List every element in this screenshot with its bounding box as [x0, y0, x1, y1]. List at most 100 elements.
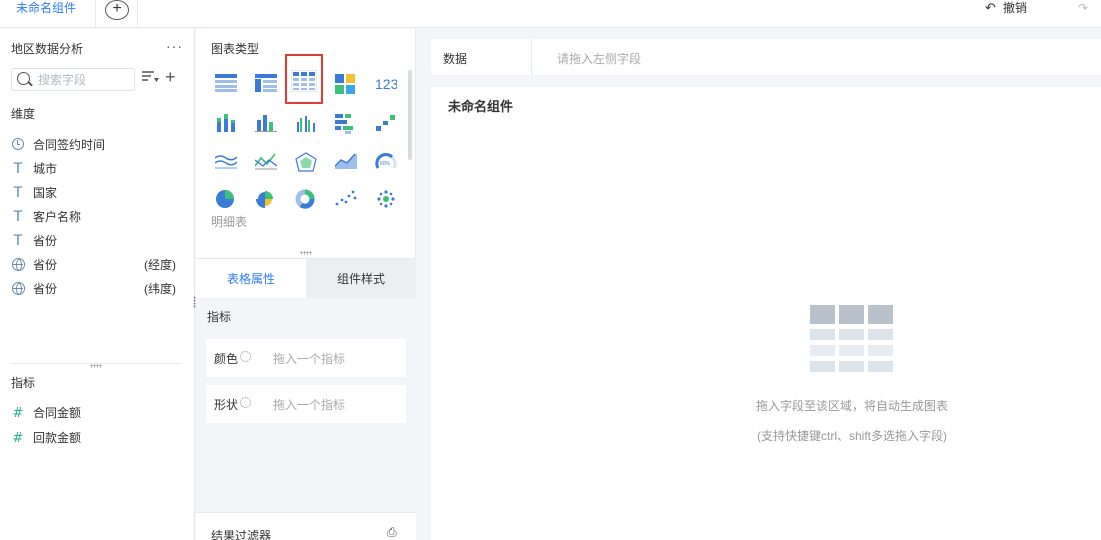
scatter-chart-icon[interactable]	[331, 184, 361, 214]
svg-text:60%: 60%	[380, 161, 391, 167]
redo-button[interactable]: ↷	[1078, 0, 1088, 16]
tab-component-style[interactable]: 组件样式	[306, 259, 416, 299]
measure-section-label: 指标	[11, 376, 36, 390]
color-label: 颜色	[214, 352, 239, 366]
area-chart-icon[interactable]	[331, 147, 361, 177]
kpi-number-icon[interactable]: 123	[371, 69, 401, 99]
chart-type-tooltip: 明细表	[211, 215, 248, 229]
globe-icon	[11, 255, 25, 275]
color-drop-zone[interactable]: 颜色 拖入一个指标	[206, 339, 406, 377]
shape-drop-zone[interactable]: 形状 拖入一个指标	[206, 385, 406, 423]
undo-button[interactable]: ↶ 撤销	[985, 0, 1027, 16]
dimension-field[interactable]: T 省份	[11, 231, 186, 251]
filter-edit-icon[interactable]: ⎙	[387, 525, 397, 540]
component-title[interactable]: 未命名组件	[448, 96, 513, 115]
property-section-title: 指标	[207, 310, 232, 324]
cross-table-icon[interactable]	[251, 69, 281, 99]
globe-icon	[11, 279, 25, 299]
sort-filter-icon[interactable]	[141, 70, 161, 88]
chart-type-title: 图表类型	[211, 42, 260, 56]
resize-handle-icon[interactable]	[300, 251, 312, 255]
chart-canvas[interactable]: 未命名组件 拖入字段至该区域，将自动生成图表 (支持快捷键ctrl、shift多…	[431, 87, 1101, 540]
gauge-chart-icon[interactable]: 60%	[371, 147, 401, 177]
table-chart-icon[interactable]	[211, 69, 241, 99]
text-type-icon: T	[13, 209, 23, 225]
gear-icon[interactable]	[240, 397, 251, 408]
search-input[interactable]	[38, 71, 132, 88]
field-label: 城市	[33, 162, 58, 176]
measure-field[interactable]: # 回款金额	[11, 428, 186, 448]
color-placeholder: 拖入一个指标	[273, 352, 346, 366]
empty-hint: 拖入字段至该区域，将自动生成图表	[755, 399, 948, 413]
property-section: 指标 颜色 拖入一个指标 形状 拖入一个指标	[196, 298, 416, 540]
gear-icon[interactable]	[240, 351, 251, 362]
field-suffix: (纬度)	[144, 282, 176, 296]
bubble-chart-icon[interactable]	[371, 184, 401, 214]
detail-table-icon[interactable]	[285, 54, 323, 104]
text-type-icon: T	[13, 233, 23, 249]
add-field-icon[interactable]: +	[165, 67, 176, 88]
field-label: 客户名称	[33, 210, 82, 224]
dimension-field[interactable]: 合同签约时间	[11, 135, 186, 155]
field-search	[11, 68, 135, 91]
search-icon	[17, 72, 30, 85]
result-filter-row[interactable]: 结果过滤器 ⎙	[196, 512, 416, 540]
dataset-title: 地区数据分析	[11, 42, 84, 56]
tab-divider	[137, 0, 138, 28]
dimension-field[interactable]: T 客户名称	[11, 207, 186, 227]
resize-handle-icon[interactable]	[90, 364, 102, 368]
undo-label: 撤销	[1003, 1, 1028, 15]
shape-label: 形状	[214, 398, 239, 412]
field-label: 国家	[33, 186, 58, 200]
text-type-icon: T	[13, 185, 23, 201]
undo-icon: ↶	[985, 0, 996, 15]
field-panel: 地区数据分析 ··· + 维度 合同签约时间 T 城市 T 国家 T 客户名称 T 省份…	[0, 29, 195, 540]
pie-chart-icon[interactable]	[211, 184, 241, 214]
clock-icon	[11, 135, 25, 155]
waterfall-icon[interactable]	[371, 109, 401, 139]
top-bar: 未命名组件 + ↶ 撤销 ↷	[0, 0, 1101, 28]
data-bar-divider	[531, 39, 532, 75]
horizontal-bar-icon[interactable]	[331, 109, 361, 139]
field-label: 回款金额	[33, 431, 82, 445]
tab-table-properties[interactable]: 表格属性	[196, 259, 306, 299]
measure-field[interactable]: # 合同金额	[11, 403, 186, 423]
line-chart-icon[interactable]	[211, 147, 241, 177]
add-tab-button[interactable]: +	[105, 0, 129, 20]
data-drop-bar: 数据 请拖入左侧字段	[431, 39, 1101, 75]
field-label: 省份	[33, 282, 58, 296]
donut-chart-icon[interactable]	[291, 184, 321, 214]
more-icon[interactable]: ···	[166, 38, 183, 54]
field-label: 省份	[33, 234, 58, 248]
color-block-icon[interactable]	[331, 69, 361, 99]
dimension-field[interactable]: 省份 (经度)	[11, 255, 186, 275]
result-filter-label: 结果过滤器	[211, 529, 272, 540]
stacked-bar-icon[interactable]	[211, 109, 241, 139]
dimension-field[interactable]: 省份 (纬度)	[11, 279, 186, 299]
data-drop-zone[interactable]: 请拖入左侧字段	[557, 50, 641, 67]
field-label: 合同签约时间	[33, 138, 106, 152]
radar-chart-icon[interactable]	[291, 147, 321, 177]
tab-unnamed-component[interactable]: 未命名组件	[0, 0, 96, 28]
dimension-section-label: 维度	[11, 107, 36, 121]
text-type-icon: T	[13, 161, 23, 177]
number-type-icon: #	[12, 406, 24, 421]
number-type-icon: #	[12, 431, 24, 446]
plus-icon: +	[112, 0, 122, 17]
svg-text:123: 123	[375, 76, 397, 92]
grouped-bar-icon[interactable]	[291, 109, 321, 139]
tab-label: 未命名组件	[16, 1, 77, 15]
rose-chart-icon[interactable]	[251, 184, 281, 214]
data-label: 数据	[443, 52, 468, 66]
shortcut-hint: (支持快捷键ctrl、shift多选拖入字段)	[757, 429, 947, 443]
config-tabs: 表格属性 组件样式	[196, 258, 416, 299]
redo-icon: ↷	[1078, 1, 1089, 15]
field-label: 省份	[33, 258, 58, 272]
multi-line-icon[interactable]	[251, 147, 281, 177]
dimension-field[interactable]: T 国家	[11, 183, 186, 203]
chart-list-scrollbar[interactable]	[408, 70, 412, 160]
dimension-field[interactable]: T 城市	[11, 159, 186, 179]
bar-chart-icon[interactable]	[251, 109, 281, 139]
field-suffix: (经度)	[144, 258, 176, 272]
field-label: 合同金额	[33, 406, 82, 420]
